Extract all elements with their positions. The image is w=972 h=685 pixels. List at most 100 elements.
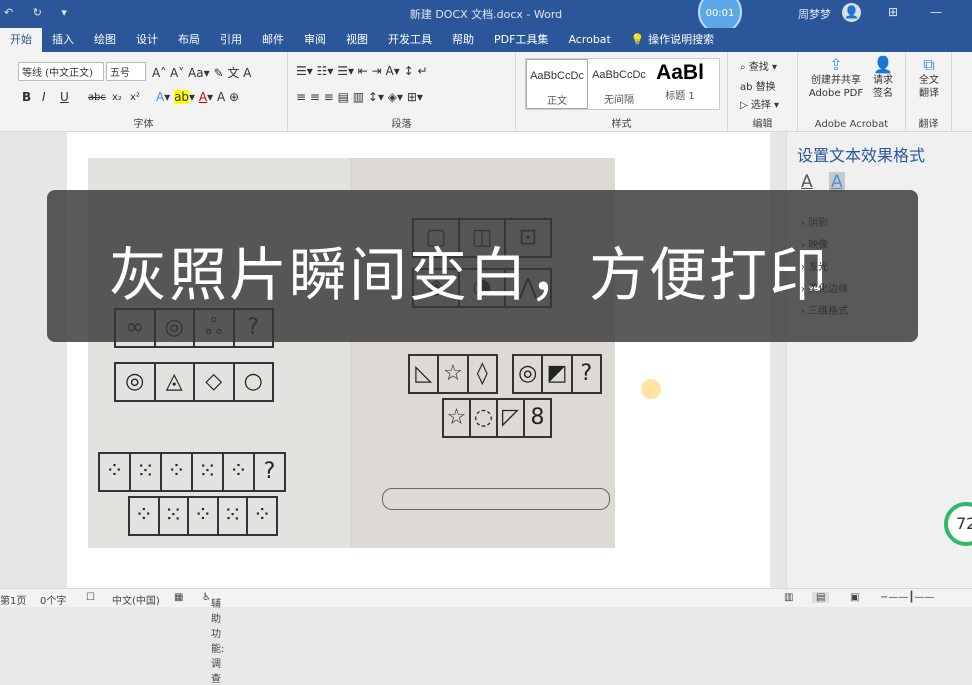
status-bar: 第1页 0个字 ☐ 中文(中国) ▦ ♿ 辅助功能: 调查 ▥ ▤ ▣ −——┃…	[0, 588, 972, 685]
font-size-select[interactable]: 五号	[106, 62, 146, 81]
find-label: 查找	[748, 62, 769, 73]
ribbon: 等线 (中文正文) 五号 A˄ A˅ Aa▾ ✎ 文 A B I U abc x…	[0, 52, 972, 132]
tab-home[interactable]: 开始	[0, 28, 42, 52]
style-name: 无间隔	[604, 95, 634, 106]
styles-gallery: AaBbCcDc 正文 AaBbCcDc 无间隔 AaBl 标题 1	[525, 58, 720, 110]
translate-icon: ⧉	[923, 55, 935, 74]
font-group-label: 字体	[133, 119, 154, 130]
tell-me-search[interactable]: 💡 操作说明搜索	[621, 28, 724, 52]
word-count[interactable]: 0个字	[40, 592, 66, 607]
tab-insert[interactable]: 插入	[42, 28, 84, 52]
paragraph-group: ☰▾ ☷▾ ☰▾ ⇤ ⇥ A▾ ↕ ↵ ≡ ≡ ≡ ▤ ▥ ↕▾ ◈▾ ⊞▾ 段…	[288, 52, 516, 132]
paragraph-group-label: 段落	[391, 119, 412, 130]
translate-label: 全文 翻译	[919, 75, 939, 99]
proofing-icon[interactable]: ☐	[86, 592, 95, 603]
caption-text: 灰照片瞬间变白，方便打印	[109, 241, 830, 309]
create-pdf-label: 创建并共享 Adobe PDF	[808, 75, 864, 99]
signature-icon: 👤	[873, 55, 893, 74]
style-preview: AaBbCcDc	[592, 69, 646, 81]
tab-design[interactable]: 设计	[126, 28, 168, 52]
item-label: 阴影	[808, 218, 829, 229]
print-layout-icon[interactable]: ▤	[812, 592, 830, 603]
tab-help[interactable]: 帮助	[442, 28, 484, 52]
find-button[interactable]: ⌕ 查找 ▾	[740, 58, 777, 73]
mouse-cursor-highlight	[641, 379, 661, 399]
pane-item-shadow[interactable]: › 阴影	[801, 214, 828, 229]
font-group: 等线 (中文正文) 五号 A˄ A˅ Aa▾ ✎ 文 A B I U abc x…	[0, 52, 288, 132]
language[interactable]: 中文(中国)	[112, 592, 160, 607]
subscript-button[interactable]: x₂	[112, 92, 122, 103]
text-effects-icons[interactable]: A▾ ab▾ A▾ A ⊕	[156, 90, 239, 104]
pane-title: 设置文本效果格式	[797, 146, 926, 165]
translate-button[interactable]: ⧉ 全文 翻译	[914, 55, 944, 100]
text-fill-icon[interactable]: A	[801, 172, 813, 192]
search-label: 操作说明搜索	[648, 33, 715, 46]
tab-mailings[interactable]: 邮件	[252, 28, 294, 52]
acrobat-group-label: Adobe Acrobat	[814, 119, 889, 130]
tab-review[interactable]: 审阅	[294, 28, 336, 52]
caption-overlay: 灰照片瞬间变白，方便打印	[47, 190, 918, 342]
avatar[interactable]: 👤	[842, 3, 861, 22]
editing-group: ⌕ 查找 ▾ ab 替换 ▷ 选择 ▾ 编辑	[728, 52, 798, 132]
editing-group-label: 编辑	[752, 119, 773, 130]
ribbon-tabs: 开始 插入 绘图 设计 布局 引用 邮件 审阅 视图 开发工具 帮助 PDF工具…	[0, 28, 972, 52]
align-buttons[interactable]: ≡ ≡ ≡ ▤ ▥ ↕▾ ◈▾ ⊞▾	[296, 90, 423, 104]
tab-pdf-tools[interactable]: PDF工具集	[484, 28, 558, 52]
list-buttons[interactable]: ☰▾ ☷▾ ☰▾ ⇤ ⇥ A▾ ↕ ↵	[296, 64, 428, 78]
minimize-icon[interactable]: —	[930, 5, 942, 19]
styles-group-label: 样式	[611, 119, 632, 130]
pane-item-reflection[interactable]: › 映像	[801, 236, 828, 251]
tab-references[interactable]: 引用	[210, 28, 252, 52]
translate-group: ⧉ 全文 翻译 翻译	[906, 52, 952, 132]
style-name: 标题 1	[665, 91, 695, 102]
pdf-share-icon: ⇪	[829, 55, 843, 74]
select-label: 选择	[750, 100, 771, 111]
accessibility-label: 辅助功能: 调查	[210, 599, 225, 685]
style-preview: AaBl	[656, 61, 704, 84]
read-mode-icon[interactable]: ▥	[784, 592, 793, 603]
style-no-spacing[interactable]: AaBbCcDc 无间隔	[588, 59, 650, 109]
lightbulb-icon: 💡	[630, 33, 649, 46]
tab-layout[interactable]: 布局	[168, 28, 210, 52]
replace-label: 替换	[755, 82, 776, 93]
pane-item-soft-edges[interactable]: › 柔化边缘	[801, 280, 848, 295]
tab-developer[interactable]: 开发工具	[378, 28, 442, 52]
text-effects-icon[interactable]: A	[829, 172, 845, 192]
font-name-select[interactable]: 等线 (中文正文)	[18, 62, 104, 81]
item-label: 柔化边缘	[808, 284, 849, 295]
font-size-buttons[interactable]: A˄ A˅ Aa▾ ✎ 文 A	[152, 64, 251, 81]
ribbon-display-icon[interactable]: ⊞	[888, 5, 898, 19]
create-pdf-button[interactable]: ⇪ 创建并共享 Adobe PDF	[808, 55, 864, 100]
styles-group: AaBbCcDc 正文 AaBbCcDc 无间隔 AaBl 标题 1 样式	[516, 52, 728, 132]
italic-button[interactable]: I	[42, 90, 46, 104]
bold-button[interactable]: B	[22, 90, 31, 104]
replace-button[interactable]: ab 替换	[740, 78, 776, 93]
user-name[interactable]: 周梦梦	[798, 6, 831, 22]
item-label: 映像	[808, 240, 829, 251]
sign-label: 请求 签名	[873, 75, 893, 99]
style-heading-1[interactable]: AaBl 标题 1	[650, 59, 710, 109]
item-label: 发光	[808, 262, 829, 273]
title-bar: ↶ ↻ ▾ 新建 DOCX 文档.docx - Word 周梦梦 👤 ⊞ — 0…	[0, 0, 972, 34]
underline-button[interactable]: U	[60, 90, 69, 104]
tab-acrobat[interactable]: Acrobat	[558, 28, 620, 52]
tab-view[interactable]: 视图	[336, 28, 378, 52]
pane-item-glow[interactable]: › 发光	[801, 258, 828, 273]
superscript-button[interactable]: x²	[130, 92, 140, 103]
select-button[interactable]: ▷ 选择 ▾	[740, 96, 779, 111]
tab-draw[interactable]: 绘图	[84, 28, 126, 52]
web-layout-icon[interactable]: ▣	[850, 592, 859, 603]
style-normal[interactable]: AaBbCcDc 正文	[526, 59, 588, 109]
page-count[interactable]: 第1页	[0, 592, 26, 607]
zoom-slider[interactable]: −——┃——	[880, 592, 934, 603]
macro-icon[interactable]: ▦	[174, 592, 183, 603]
item-label: 三维格式	[808, 306, 849, 317]
accessibility-status[interactable]: ♿ 辅助功能: 调查	[202, 592, 224, 685]
style-name: 正文	[547, 96, 567, 107]
request-signature-button[interactable]: 👤 请求 签名	[868, 55, 898, 100]
pane-item-3d-format[interactable]: › 三维格式	[801, 302, 848, 317]
style-preview: AaBbCcDc	[530, 70, 584, 82]
strikethrough-button[interactable]: abc	[88, 92, 106, 103]
acrobat-group: ⇪ 创建并共享 Adobe PDF 👤 请求 签名 Adobe Acrobat	[798, 52, 906, 132]
translate-group-label: 翻译	[918, 119, 939, 130]
